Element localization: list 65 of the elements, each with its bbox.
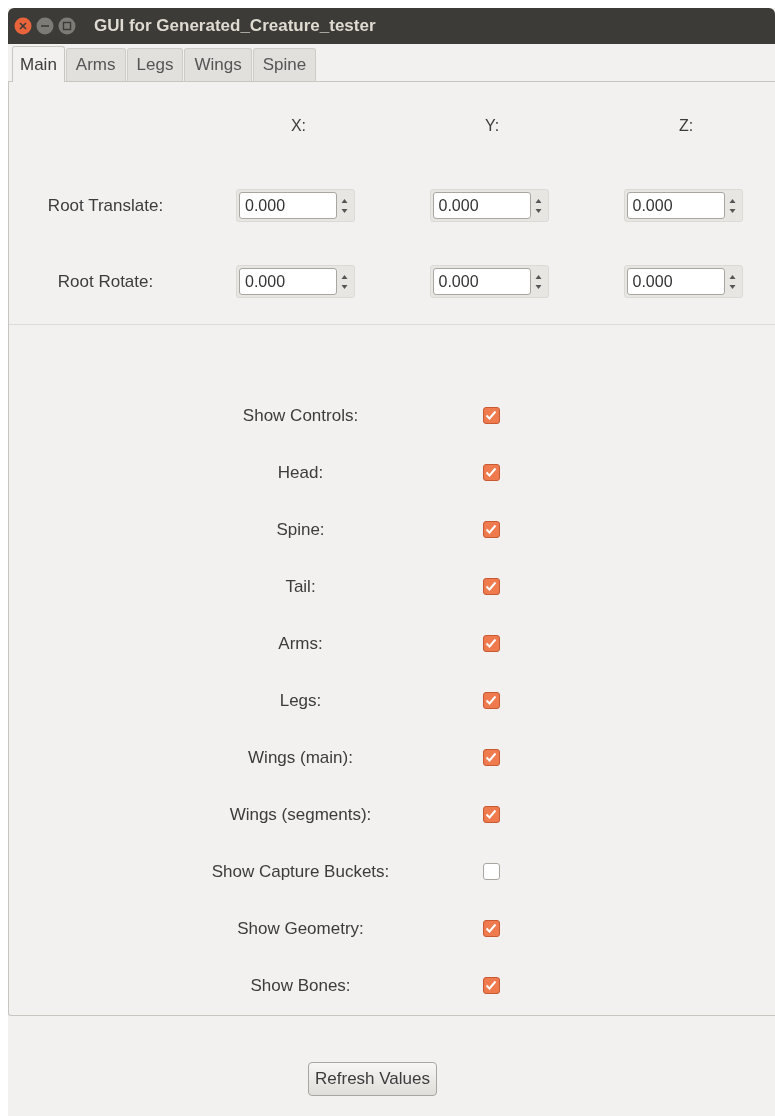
- checkbox-label: Show Geometry:: [236, 917, 365, 940]
- spin-box[interactable]: 0.000: [623, 265, 743, 298]
- checkbox[interactable]: [482, 635, 500, 652]
- checkmark-icon: [485, 467, 497, 478]
- spin-arrows-icon[interactable]: [341, 197, 348, 214]
- checkbox[interactable]: [482, 920, 500, 937]
- row-label: Root Rotate:: [57, 270, 154, 293]
- checkbox-label: Arms:: [277, 632, 324, 655]
- refresh-button[interactable]: Refresh Values: [308, 1062, 437, 1096]
- number-field[interactable]: 0.000: [432, 192, 531, 219]
- spin-arrows-icon[interactable]: [728, 197, 736, 214]
- checkmark-icon: [485, 923, 497, 934]
- spin-arrows-icon[interactable]: [341, 273, 348, 290]
- checkmark-icon: [485, 980, 497, 991]
- checkmark-icon: [485, 809, 497, 820]
- spin-box[interactable]: 0.000: [623, 189, 743, 222]
- checkmark-icon: [485, 524, 497, 535]
- tab[interactable]: Spine: [252, 48, 317, 81]
- number-field[interactable]: 0.000: [626, 268, 725, 295]
- close-icon[interactable]: [14, 17, 32, 35]
- checkbox-label: Tail:: [284, 575, 317, 598]
- checkbox[interactable]: [482, 692, 500, 709]
- checkbox[interactable]: [482, 977, 500, 994]
- axis-label: X:: [290, 116, 307, 134]
- checkmark-icon: [485, 581, 497, 592]
- checkbox-label: Show Controls:: [241, 404, 360, 427]
- spin-box[interactable]: 0.000: [236, 265, 355, 298]
- axis-label: Z:: [678, 116, 694, 134]
- tab[interactable]: Wings: [184, 48, 252, 81]
- checkbox-label: Legs:: [278, 689, 323, 712]
- checkbox-label: Wings (main):: [247, 746, 354, 769]
- spin-box[interactable]: 0.000: [429, 265, 549, 298]
- checkbox-label: Show Capture Buckets:: [210, 860, 391, 883]
- checkmark-icon: [485, 410, 497, 421]
- spin-box[interactable]: 0.000: [429, 189, 549, 222]
- tab[interactable]: Legs: [126, 48, 184, 81]
- checkbox-label: Spine:: [275, 518, 326, 541]
- number-field[interactable]: 0.000: [239, 192, 337, 219]
- row-label: Root Translate:: [47, 194, 164, 217]
- checkbox-label: Show Bones:: [249, 974, 352, 997]
- checkbox[interactable]: [482, 464, 500, 481]
- checkbox[interactable]: [482, 749, 500, 766]
- checkbox[interactable]: [482, 407, 500, 424]
- checkbox[interactable]: [482, 863, 500, 880]
- axis-label: Y:: [484, 116, 500, 134]
- checkbox[interactable]: [482, 806, 500, 823]
- spin-arrows-icon[interactable]: [534, 273, 542, 290]
- checkmark-icon: [485, 695, 497, 706]
- checkbox-label: Head:: [276, 461, 325, 484]
- number-field[interactable]: 0.000: [432, 268, 531, 295]
- checkmark-icon: [485, 752, 497, 763]
- spin-arrows-icon[interactable]: [728, 273, 736, 290]
- number-field[interactable]: 0.000: [239, 268, 337, 295]
- spin-arrows-icon[interactable]: [534, 197, 542, 214]
- spin-box[interactable]: 0.000: [236, 189, 355, 222]
- checkbox[interactable]: [482, 578, 500, 595]
- maximize-icon[interactable]: [58, 17, 76, 35]
- tab[interactable]: Arms: [65, 48, 126, 81]
- minimize-icon[interactable]: [36, 17, 54, 35]
- number-field[interactable]: 0.000: [626, 192, 725, 219]
- checkmark-icon: [485, 638, 497, 649]
- window-title: GUI for Generated_Creature_tester: [94, 15, 376, 38]
- checkbox[interactable]: [482, 521, 500, 538]
- checkbox-label: Wings (segments):: [228, 803, 373, 826]
- tab[interactable]: Main: [12, 46, 65, 82]
